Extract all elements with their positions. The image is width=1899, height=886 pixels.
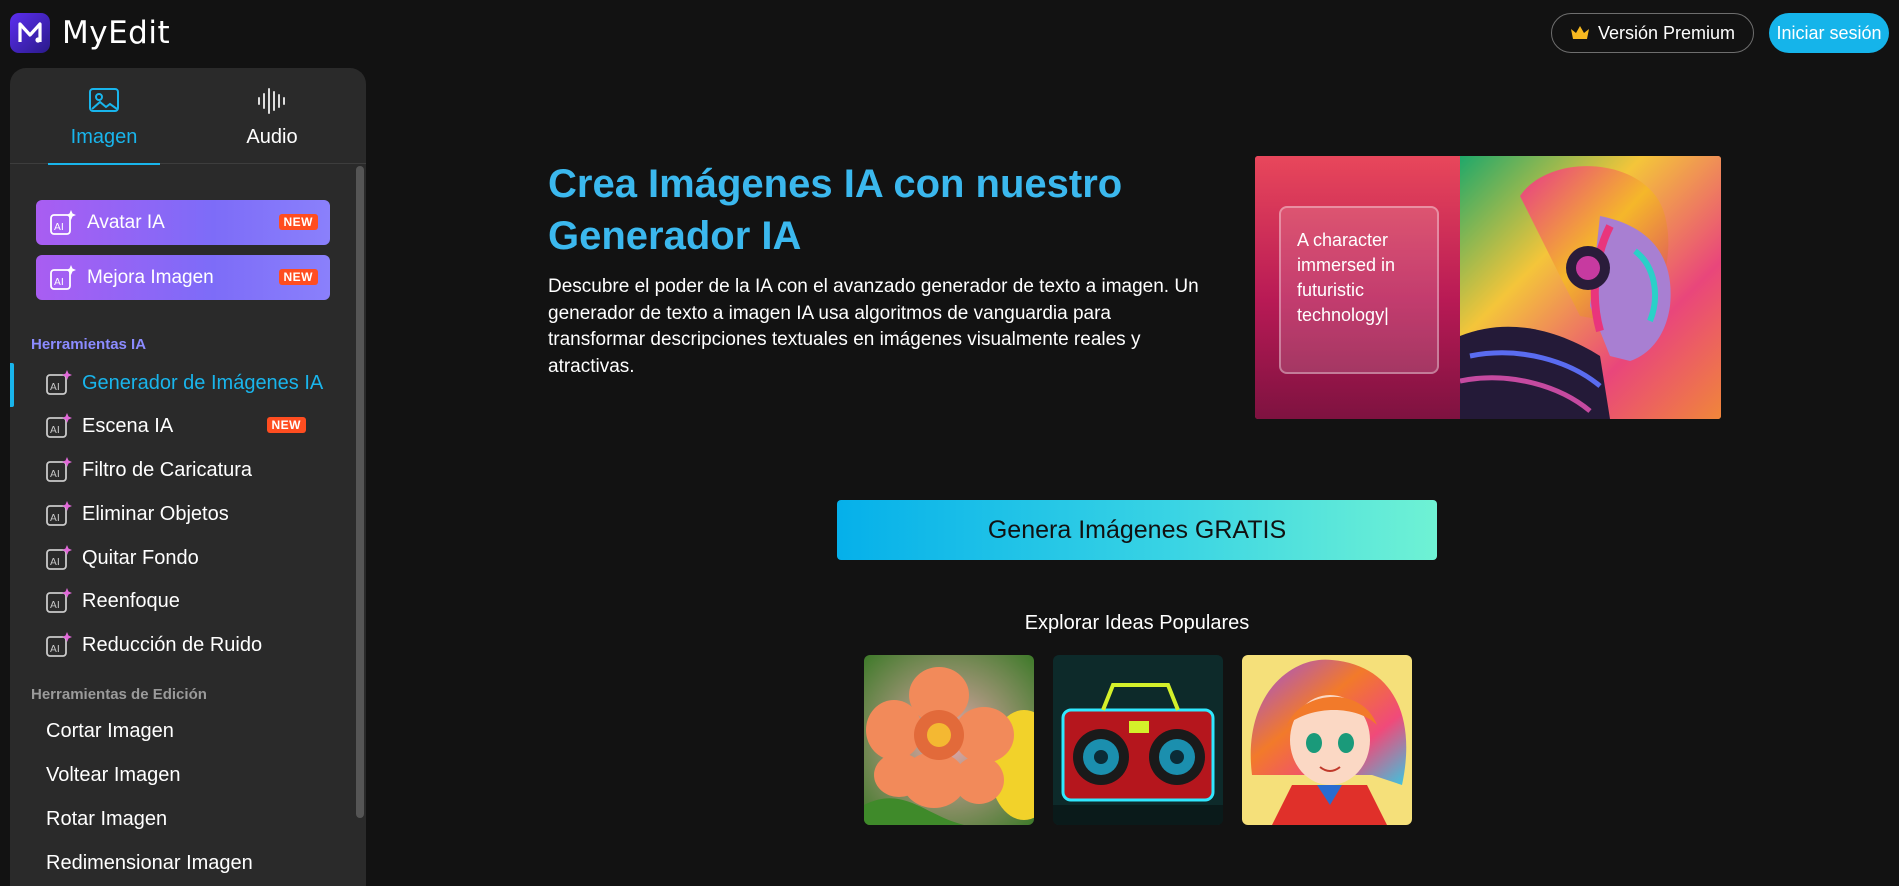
section-ai-tools: Herramientas IA bbox=[31, 336, 147, 353]
tool-reduccion-ruido[interactable]: AI Reducción de Ruido bbox=[10, 625, 350, 665]
top-bar: MyEdit Versión Premium Iniciar sesión bbox=[0, 0, 1899, 68]
tool-eliminar-objetos[interactable]: AI Eliminar Objetos bbox=[10, 494, 350, 534]
svg-text:AI: AI bbox=[50, 557, 60, 568]
tab-imagen-label: Imagen bbox=[70, 126, 138, 148]
new-badge: NEW bbox=[278, 214, 318, 230]
sidebar-scrollbar[interactable] bbox=[356, 166, 364, 818]
generate-free-button[interactable]: Genera Imágenes GRATIS bbox=[837, 500, 1437, 560]
svg-text:AI: AI bbox=[50, 469, 60, 480]
tool-reenfoque[interactable]: AI Reenfoque bbox=[10, 581, 350, 621]
tool-label: Filtro de Caricatura bbox=[82, 458, 253, 481]
hero-prompt-box: A character immersed in futuristic techn… bbox=[1279, 206, 1439, 374]
tab-imagen[interactable]: Imagen bbox=[48, 68, 160, 165]
ai-sparkle-icon: AI bbox=[46, 370, 72, 395]
tool-label: Escena IA bbox=[82, 414, 174, 437]
tool-quitar-fondo[interactable]: AI Quitar Fondo bbox=[10, 538, 350, 578]
tool-cortar-imagen[interactable]: Cortar Imagen bbox=[46, 720, 174, 743]
tab-audio-label: Audio bbox=[246, 126, 298, 148]
ai-sparkle-icon: AI bbox=[50, 209, 76, 235]
new-badge: NEW bbox=[278, 269, 318, 285]
sidebar: Imagen Audio AI Avatar IA NEW AI Mejora … bbox=[10, 68, 366, 886]
svg-text:AI: AI bbox=[54, 222, 64, 233]
futuristic-character-illustration bbox=[1460, 156, 1721, 419]
boombox-image bbox=[1053, 655, 1223, 825]
tab-audio[interactable]: Audio bbox=[216, 68, 328, 164]
myedit-logo[interactable] bbox=[10, 13, 50, 53]
feature-label: Mejora Imagen bbox=[87, 266, 214, 288]
svg-text:AI: AI bbox=[50, 513, 60, 524]
feature-label: Avatar IA bbox=[87, 211, 165, 233]
sidebar-tabs: Imagen Audio bbox=[10, 68, 366, 165]
tool-generador-imagenes-ia[interactable]: AI Generador de Imágenes IA bbox=[10, 363, 350, 407]
tool-label: Reenfoque bbox=[82, 589, 180, 612]
ai-sparkle-icon: AI bbox=[46, 632, 72, 657]
svg-text:AI: AI bbox=[50, 425, 60, 436]
tool-escena-ia[interactable]: AI Escena IA NEW bbox=[10, 406, 350, 446]
ai-sparkle-icon: AI bbox=[46, 501, 72, 526]
idea-thumbnail-flower[interactable] bbox=[864, 655, 1034, 825]
page-title-line2: Generador IA bbox=[548, 214, 802, 258]
ai-sparkle-icon: AI bbox=[46, 545, 72, 570]
tool-label: Quitar Fondo bbox=[82, 546, 199, 569]
tool-filtro-caricatura[interactable]: AI Filtro de Caricatura bbox=[10, 450, 350, 490]
login-button[interactable]: Iniciar sesión bbox=[1769, 13, 1889, 53]
tool-label: Generador de Imágenes IA bbox=[82, 371, 324, 394]
tool-voltear-imagen[interactable]: Voltear Imagen bbox=[46, 764, 181, 787]
tool-redimensionar-imagen[interactable]: Redimensionar Imagen bbox=[46, 852, 253, 875]
ai-sparkle-icon: AI bbox=[46, 413, 72, 438]
tool-rotar-imagen[interactable]: Rotar Imagen bbox=[46, 808, 167, 831]
svg-text:AI: AI bbox=[50, 600, 60, 611]
tool-label: Reducción de Ruido bbox=[82, 633, 263, 656]
svg-text:AI: AI bbox=[54, 277, 64, 288]
page-title: Crea Imágenes IA con nuestro Generador I… bbox=[548, 158, 1168, 262]
flower-image bbox=[864, 655, 1034, 825]
hero-image: A character immersed in futuristic techn… bbox=[1255, 156, 1721, 419]
feature-mejora-imagen[interactable]: AI Mejora Imagen NEW bbox=[36, 255, 330, 300]
image-icon bbox=[89, 88, 119, 112]
ai-sparkle-icon: AI bbox=[50, 264, 76, 290]
section-edit-tools: Herramientas de Edición bbox=[31, 686, 207, 703]
tool-label: Eliminar Objetos bbox=[82, 502, 229, 525]
page-title-line1: Crea Imágenes IA con nuestro bbox=[548, 162, 1123, 206]
crown-icon bbox=[1570, 26, 1589, 39]
svg-text:AI: AI bbox=[50, 644, 60, 655]
feature-avatar-ia[interactable]: AI Avatar IA NEW bbox=[36, 200, 330, 245]
premium-button[interactable]: Versión Premium bbox=[1551, 13, 1754, 53]
anime-girl-image bbox=[1242, 655, 1412, 825]
explore-ideas-title: Explorar Ideas Populares bbox=[1024, 612, 1250, 634]
svg-text:AI: AI bbox=[50, 382, 60, 393]
page-description: Descubre el poder de la IA con el avanza… bbox=[548, 276, 1199, 377]
waveform-icon bbox=[258, 88, 285, 114]
brand-name[interactable]: MyEdit bbox=[62, 15, 170, 51]
ai-sparkle-icon: AI bbox=[46, 457, 72, 482]
idea-thumbnail-anime-girl[interactable] bbox=[1242, 655, 1412, 825]
idea-thumbnail-boombox[interactable] bbox=[1053, 655, 1223, 825]
premium-label: Versión Premium bbox=[1597, 22, 1736, 43]
new-badge: NEW bbox=[266, 417, 306, 433]
ai-sparkle-icon: AI bbox=[46, 588, 72, 613]
